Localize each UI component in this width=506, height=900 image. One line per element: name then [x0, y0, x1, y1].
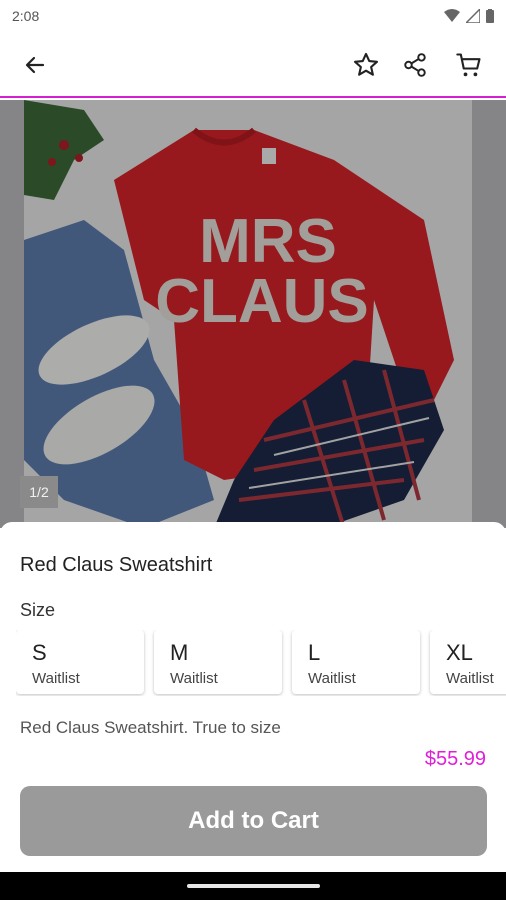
size-option-xl[interactable]: XL Waitlist	[430, 630, 506, 694]
image-counter: 1/2	[20, 476, 58, 508]
size-name: XL	[446, 640, 473, 665]
back-button[interactable]	[19, 49, 51, 81]
cart-button[interactable]	[453, 49, 485, 81]
wifi-icon	[444, 9, 460, 22]
size-label: Size	[20, 600, 56, 620]
star-icon	[353, 52, 379, 76]
size-option-s[interactable]: S Waitlist	[16, 630, 144, 694]
share-icon	[404, 53, 426, 77]
product-price: $55.99	[424, 748, 486, 770]
status-icons	[444, 9, 494, 23]
size-name: L	[308, 640, 321, 665]
home-indicator[interactable]	[187, 884, 320, 888]
size-options[interactable]: S Waitlist M Waitlist L Waitlist XL Wait…	[16, 630, 506, 696]
favorite-button[interactable]	[350, 49, 382, 81]
status-time: 2:08	[12, 8, 40, 24]
signal-icon	[466, 9, 480, 23]
add-to-cart-button[interactable]: Add to Cart	[20, 786, 487, 856]
battery-icon	[486, 9, 494, 23]
image-dim-overlay	[0, 100, 506, 528]
product-image-carousel[interactable]: MRS CLAUS	[0, 100, 506, 528]
size-name: M	[170, 640, 189, 665]
system-nav-bar	[0, 872, 506, 900]
share-button[interactable]	[399, 49, 431, 81]
size-name: S	[32, 640, 47, 665]
size-status: Waitlist	[170, 670, 218, 687]
product-title: Red Claus Sweatshirt	[20, 554, 213, 576]
status-bar: 2:08	[0, 0, 506, 32]
size-status: Waitlist	[308, 670, 356, 687]
top-app-bar	[0, 32, 506, 98]
size-option-l[interactable]: L Waitlist	[292, 630, 420, 694]
size-status: Waitlist	[32, 670, 80, 687]
size-status: Waitlist	[446, 670, 494, 687]
product-details-sheet: Red Claus Sweatshirt Size S Waitlist M W…	[0, 522, 506, 872]
cart-icon	[456, 53, 481, 77]
back-arrow-icon	[25, 56, 45, 74]
size-option-m[interactable]: M Waitlist	[154, 630, 282, 694]
